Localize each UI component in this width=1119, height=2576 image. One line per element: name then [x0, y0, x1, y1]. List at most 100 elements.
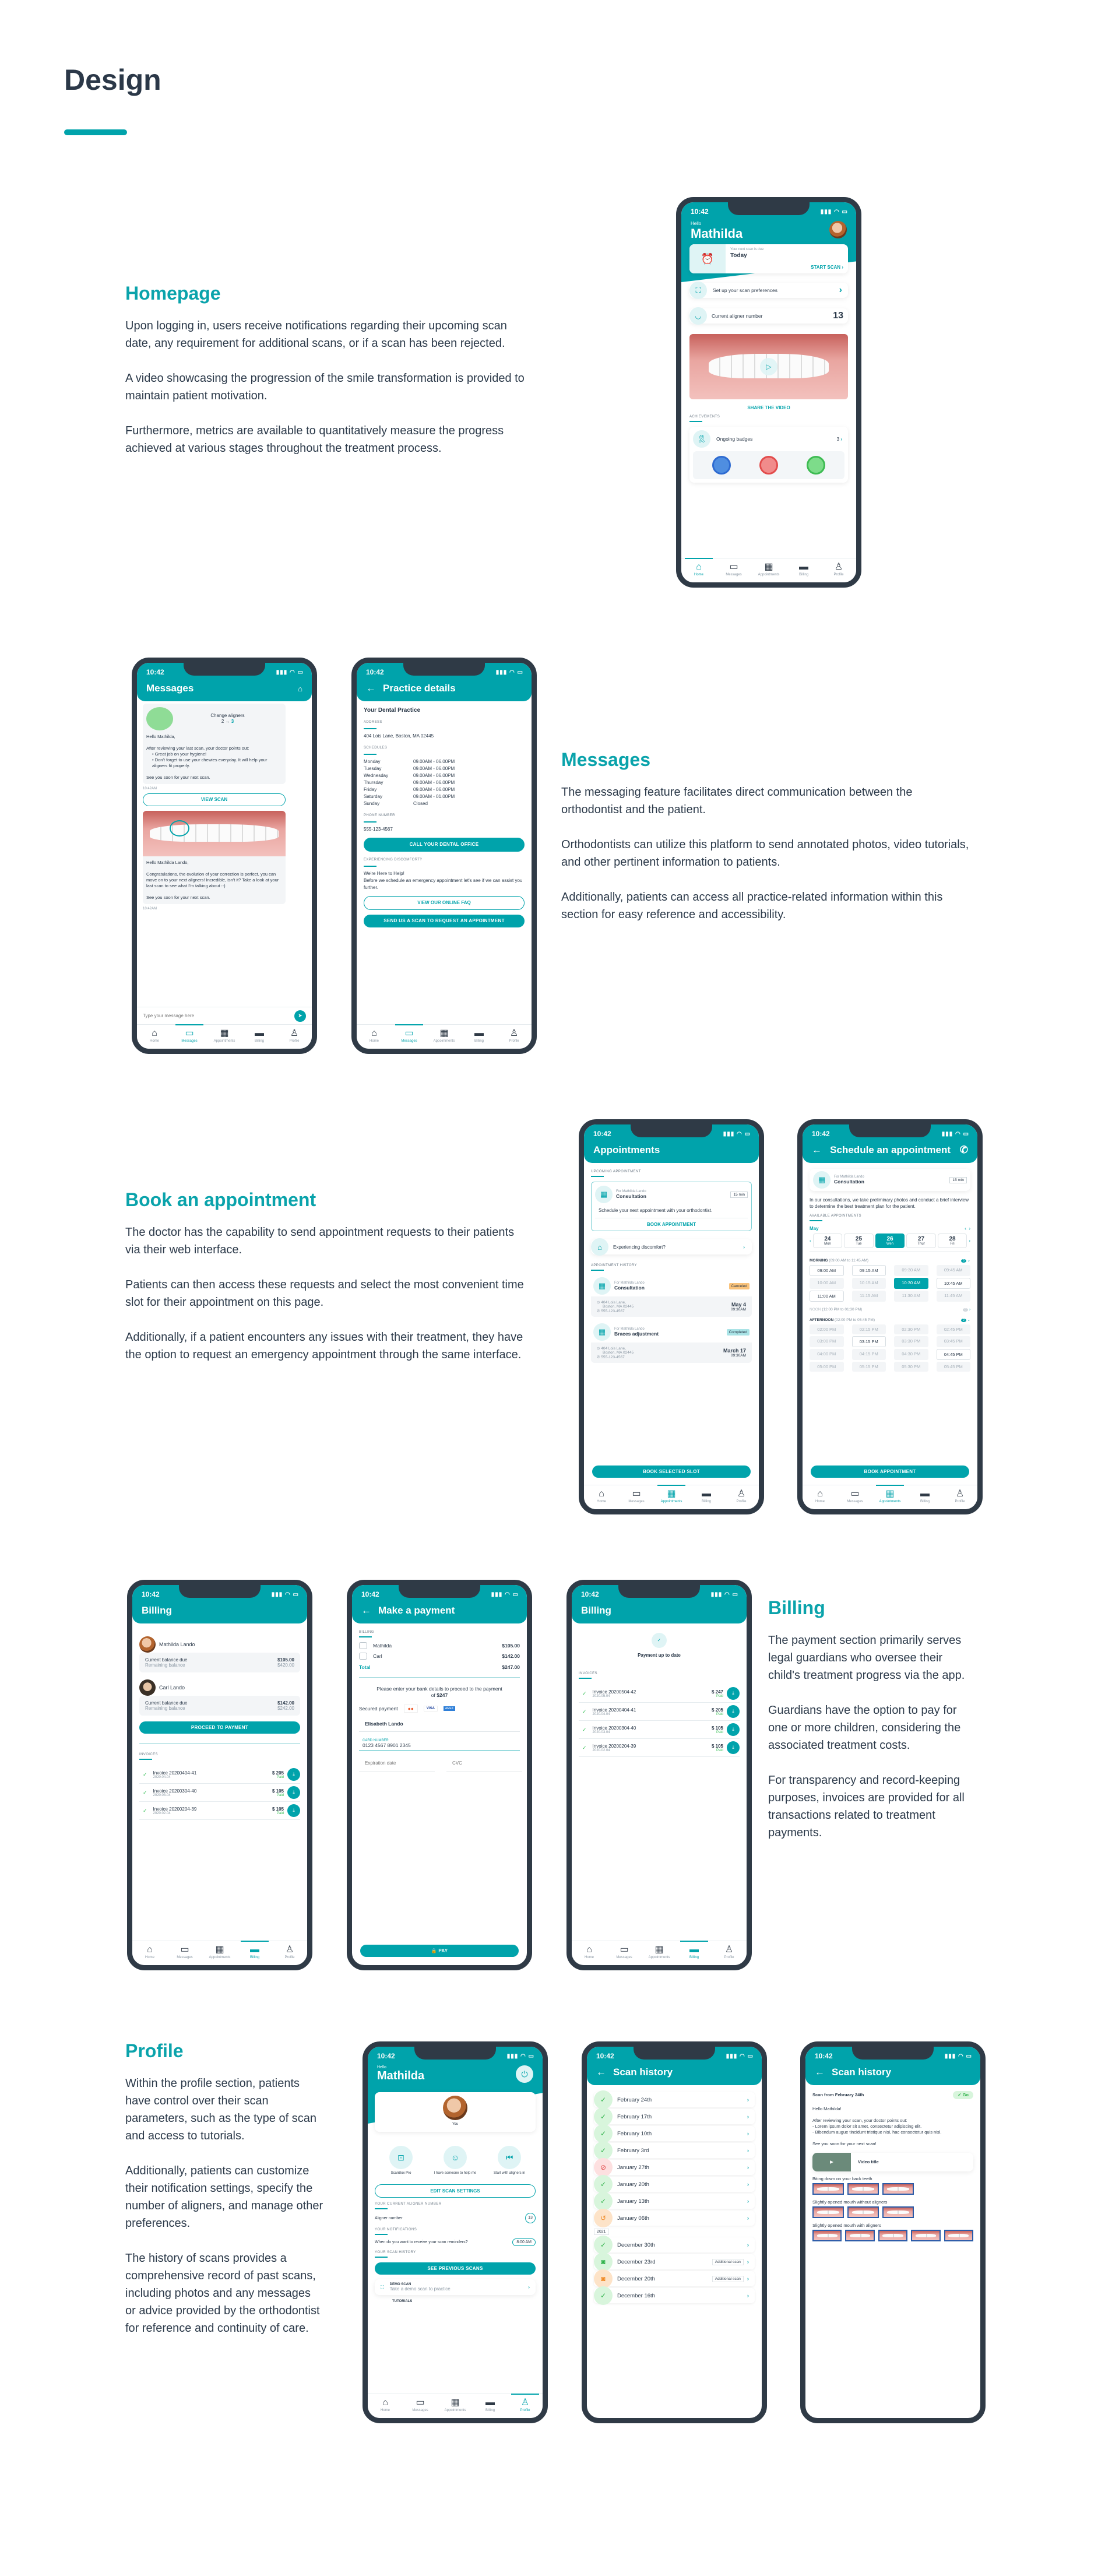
phone-icon[interactable]: ✆ [960, 1144, 968, 1156]
badges-card[interactable]: 🎗 Ongoing badges 3 › [689, 427, 848, 483]
scan-history-item[interactable]: ✓ February 24th › [594, 2090, 755, 2109]
call-office-button[interactable]: CALL YOUR DENTAL OFFICE [364, 838, 525, 852]
tab-home[interactable]: ⌂ Home [572, 1941, 607, 1965]
scan-history-item[interactable]: ⊘ January 27th › [594, 2158, 755, 2177]
scan-history-item[interactable]: ✓ January 20th › [594, 2175, 755, 2194]
badge-red[interactable] [759, 456, 778, 475]
back-arrow-icon[interactable]: ← [361, 1605, 371, 1616]
slot-group-afternoon[interactable]: AFTERNOON (02:00 PM to 05:45 PM) 2 ⌄ [810, 1317, 970, 1322]
badge-green[interactable] [807, 456, 826, 475]
view-faq-button[interactable]: VIEW OUR ONLINE FAQ [364, 896, 525, 910]
book-appointment-link[interactable]: BOOK APPOINTMENT [595, 1218, 748, 1227]
option-aligners-in[interactable]: ⏮ Start with aligners in [483, 2146, 536, 2175]
day-26[interactable]: 26 Wen [875, 1233, 905, 1248]
scan-history-item[interactable]: ◙ December 23rd Additional scan › [594, 2252, 755, 2271]
tab-appointments[interactable]: ▦ Appointments [751, 558, 786, 582]
demo-scan-row[interactable]: ⛶ DEMO SCAN Take a demo scan to practice › [375, 2279, 536, 2295]
back-arrow-icon[interactable]: ← [366, 683, 376, 694]
tab-billing[interactable]: ▬ Billing [677, 1941, 712, 1965]
tab-billing[interactable]: ▬ Billing [907, 1485, 942, 1509]
tab-messages[interactable]: ▭ Messages [607, 1941, 642, 1965]
download-icon[interactable]: ⤓ [727, 1723, 740, 1736]
scan-photo[interactable] [911, 2230, 941, 2241]
scan-photo[interactable] [882, 2206, 914, 2218]
download-icon[interactable]: ⤓ [287, 1804, 300, 1817]
tab-home[interactable]: ⌂ Home [357, 1025, 392, 1049]
send-icon[interactable]: ➤ [294, 1010, 306, 1022]
reminder-time-badge[interactable]: 8:00 AM [512, 2238, 536, 2246]
edit-scan-settings-button[interactable]: EDIT SCAN SETTINGS [375, 2184, 536, 2198]
day-25[interactable]: 25 Tue [844, 1233, 874, 1248]
proceed-to-payment-button[interactable]: PROCEED TO PAYMENT [139, 1721, 300, 1734]
scan-history-item[interactable]: ✓ February 17th › [594, 2107, 755, 2126]
smile-video[interactable]: ▷ [689, 334, 848, 399]
slot-group-morning[interactable]: MORNING (09:00 AM to 11:45 AM) 5 ⌄ [810, 1258, 970, 1263]
tab-profile[interactable]: ♙ Profile [272, 1941, 307, 1965]
expiration-field[interactable] [359, 1755, 435, 1772]
download-icon[interactable]: ⤓ [727, 1741, 740, 1754]
scan-photo[interactable] [812, 2206, 844, 2218]
time-slot[interactable]: 09:00 AM [810, 1265, 844, 1276]
start-scan-link[interactable]: START SCAN › [811, 265, 843, 270]
tab-billing[interactable]: ▬ Billing [237, 1941, 272, 1965]
scan-history-item[interactable]: ✓ January 13th › [594, 2192, 755, 2210]
practice-home-icon[interactable]: ⌂ [298, 684, 302, 693]
time-slot[interactable]: 10:30 AM [894, 1278, 928, 1289]
time-slot[interactable]: 11:00 AM [810, 1291, 844, 1302]
tab-messages[interactable]: ▭ Messages [619, 1485, 654, 1509]
scan-photo[interactable] [845, 2230, 875, 2241]
time-slot[interactable]: 09:15 AM [851, 1265, 886, 1276]
tab-appointments[interactable]: ▦ Appointments [202, 1941, 237, 1965]
tab-home[interactable]: ⌂ Home [132, 1941, 167, 1965]
tab-profile[interactable]: ♙ Profile [821, 558, 856, 582]
scan-photo[interactable] [812, 2230, 842, 2241]
power-icon[interactable]: ⏻ [516, 2065, 533, 2083]
time-slot[interactable]: 04:45 PM [936, 1349, 970, 1360]
chevron-left-icon[interactable]: ‹ [810, 1238, 811, 1243]
option-helper[interactable]: ☺ I have someone to help me [429, 2146, 481, 2175]
scan-photo[interactable] [878, 2230, 908, 2241]
month-nav-icons[interactable]: ‹ › [965, 1226, 970, 1231]
option-scanbox[interactable]: ⊡ ScanBox Pro [375, 2146, 427, 2175]
tab-billing[interactable]: ▬ Billing [786, 558, 821, 582]
tab-home[interactable]: ⌂ Home [368, 2394, 403, 2418]
scan-photo[interactable] [847, 2183, 879, 2195]
tab-billing[interactable]: ▬ Billing [689, 1485, 724, 1509]
back-arrow-icon[interactable]: ← [812, 1144, 822, 1155]
message-input[interactable] [143, 1013, 259, 1018]
tab-messages[interactable]: ▭ Messages [403, 2394, 438, 2418]
avatar[interactable] [443, 2096, 467, 2120]
back-arrow-icon[interactable]: ← [815, 2067, 825, 2078]
tab-billing[interactable]: ▬ Billing [242, 1025, 277, 1049]
play-icon[interactable]: ▷ [760, 358, 777, 375]
tab-profile[interactable]: ♙ Profile [508, 2394, 543, 2418]
time-slot[interactable]: 10:45 AM [936, 1278, 970, 1289]
day-24[interactable]: 24 Mon [812, 1233, 843, 1248]
scan-history-item[interactable]: ✓ December 30th › [594, 2236, 755, 2254]
card-number-field[interactable]: CARD NUMBER 0123 4567 8901 2345 [359, 1732, 520, 1751]
tab-messages[interactable]: ▭ Messages [392, 1024, 427, 1049]
back-arrow-icon[interactable]: ← [596, 2067, 606, 2078]
annotated-photo[interactable] [143, 811, 286, 856]
tab-profile[interactable]: ♙ Profile [497, 1025, 532, 1049]
tab-messages[interactable]: ▭ Messages [167, 1941, 202, 1965]
scan-photo[interactable] [882, 2183, 914, 2195]
aligner-number-badge[interactable]: 13 [525, 2213, 536, 2223]
history-card[interactable]: ▦ For Mathilda Lando Consultation Canceled … [591, 1275, 752, 1317]
tab-messages[interactable]: ▭ Messages [716, 558, 751, 582]
send-scan-button[interactable]: SEND US A SCAN TO REQUEST AN APPOINTMENT [364, 915, 525, 927]
avatar[interactable] [829, 221, 847, 238]
chevron-right-icon[interactable]: › [969, 1238, 970, 1243]
tab-profile[interactable]: ♙ Profile [724, 1485, 759, 1509]
book-selected-slot-button[interactable]: BOOK SELECTED SLOT [592, 1466, 751, 1478]
download-icon[interactable]: ⤓ [727, 1705, 740, 1718]
tab-profile[interactable]: ♙ Profile [277, 1025, 312, 1049]
scan-history-item[interactable]: ↺ January 06th › [594, 2209, 755, 2227]
tab-appointments[interactable]: ▦ Appointments [438, 2394, 473, 2418]
scan-photo[interactable] [812, 2183, 844, 2195]
tab-home[interactable]: ⌂ Home [137, 1025, 172, 1049]
pay-button[interactable]: 🔒 PAY [360, 1945, 519, 1957]
scan-history-item[interactable]: ✓ February 3rd › [594, 2141, 755, 2160]
tab-home[interactable]: ⌂ Home [681, 558, 716, 582]
day-27[interactable]: 27 Thur [906, 1233, 936, 1248]
